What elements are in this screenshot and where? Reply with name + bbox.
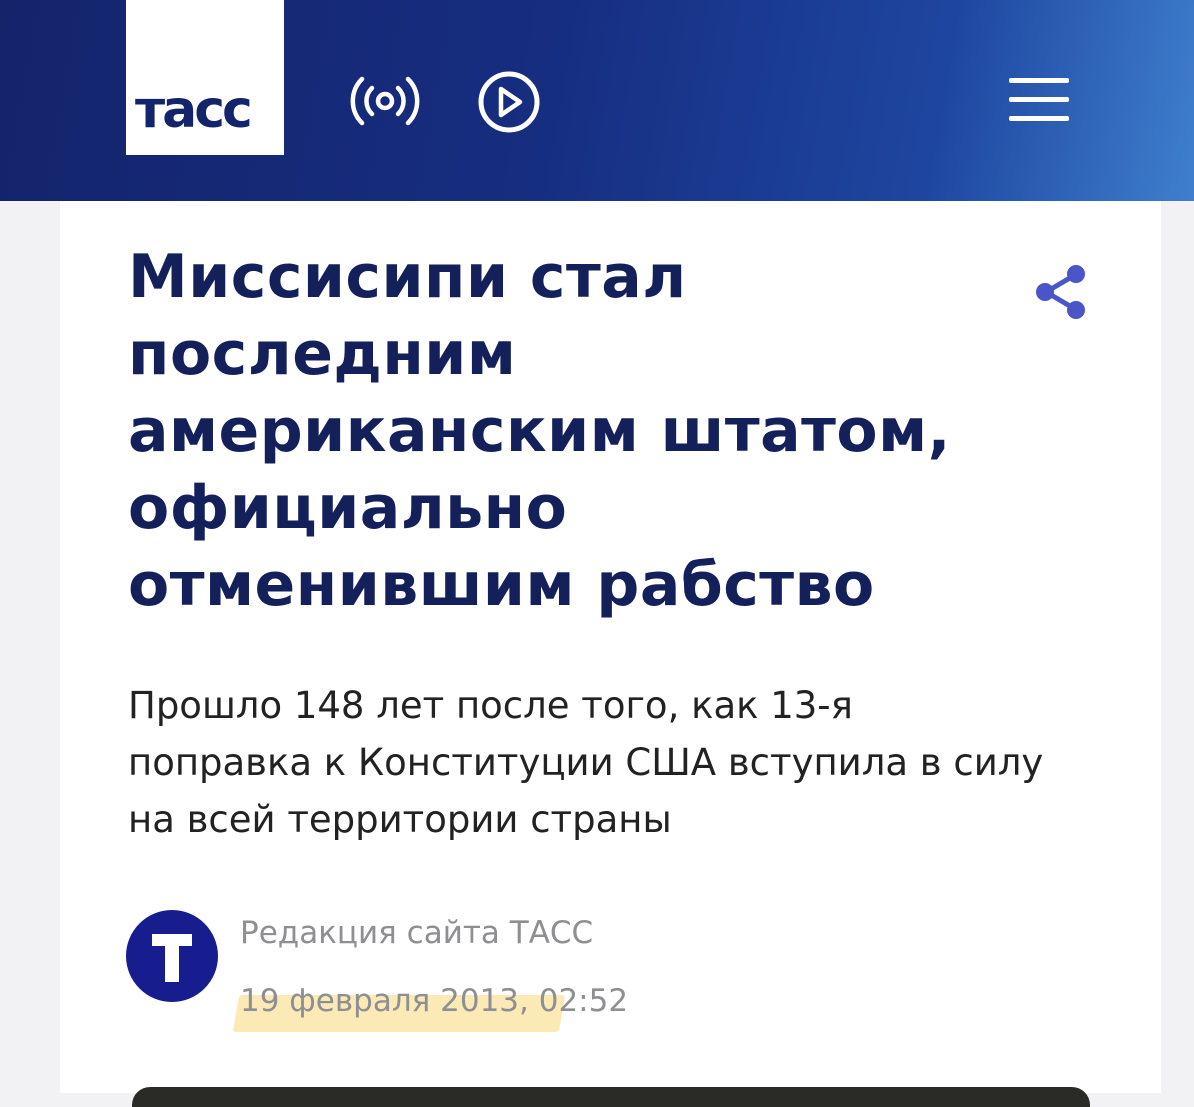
- article-lead: Прошло 148 лет после того, как 13-я попр…: [128, 684, 1044, 841]
- article-card: Миссисипи стал последним американским шт…: [60, 201, 1161, 1107]
- author-avatar[interactable]: [126, 910, 218, 1002]
- tass-logo[interactable]: тасс: [126, 0, 284, 155]
- share-button[interactable]: [1032, 263, 1090, 321]
- publish-date: 19 февраля 2013, 02:52: [240, 983, 629, 1019]
- article-image: [132, 1087, 1090, 1107]
- share-icon: [1036, 265, 1085, 319]
- site-header: тасс: [0, 0, 1194, 201]
- radio-icon: [350, 76, 420, 126]
- radio-button[interactable]: [350, 70, 420, 132]
- publish-date-block: 19 февраля 2013, 02:52: [232, 979, 628, 1039]
- author-name[interactable]: Редакция сайта ТАСС: [240, 913, 593, 953]
- menu-icon: [1009, 78, 1069, 121]
- menu-button[interactable]: [1006, 76, 1072, 124]
- play-icon: [478, 71, 540, 133]
- video-button[interactable]: [476, 69, 542, 135]
- logo-text: тасс: [135, 80, 253, 140]
- article-title: Миссисипи стал последним американским шт…: [128, 242, 951, 620]
- tass-t-icon: [152, 934, 192, 982]
